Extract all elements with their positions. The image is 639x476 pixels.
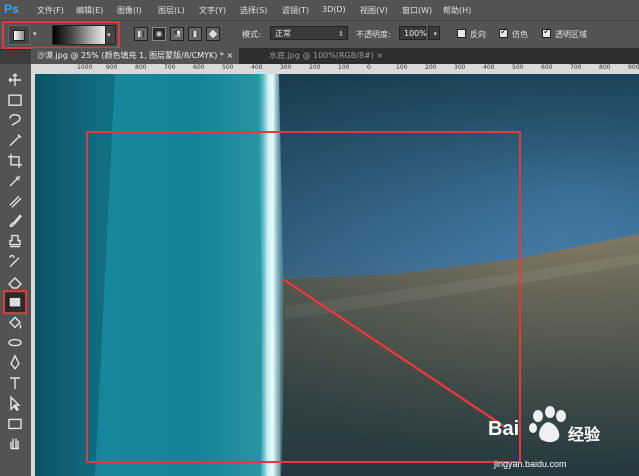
ruler-tick-label: 600 [193,64,205,71]
menu-item[interactable]: 图层(L) [158,5,185,16]
tab-label: 沙漠.jpg @ 25% (颜色填充 1, 图层蒙版/8/CMYK) * [37,51,224,60]
close-icon[interactable]: × [226,51,233,60]
transparency-checkbox[interactable] [542,27,551,38]
ruler-tick-label: 1000 [77,64,93,71]
dither-checkbox[interactable] [499,27,508,38]
angle-gradient-button[interactable] [170,27,184,41]
menu-item[interactable]: 选择(S) [240,5,267,16]
gradient-icon[interactable] [3,290,27,315]
ruler-tick-label: 300 [454,64,466,71]
reflected-gradient-button[interactable] [188,27,202,41]
type-icon[interactable] [10,377,20,389]
quick-select-icon[interactable] [9,134,22,147]
history-brush-icon[interactable] [9,254,20,268]
gradient-picker[interactable] [52,25,108,45]
reverse-checkbox[interactable] [457,29,466,38]
opacity-dropdown-button[interactable]: ▾ [428,26,440,40]
tab-underwater-document[interactable]: 水底.jpg @ 100%(RGB/8#) × [263,48,389,64]
ruler-tick-label: 700 [570,64,582,71]
path-select-icon[interactable] [10,395,21,412]
ruler-tick-label: 400 [483,64,495,71]
chevron-down-icon: ▾ [107,31,111,39]
mode-select[interactable]: 正常 ⇕ [270,26,348,40]
menu-item[interactable]: 滤镜(T) [282,5,309,16]
watermark-brand: Bai [488,418,520,440]
ruler-tick-label: 700 [164,64,176,71]
tab-desert-document[interactable]: 沙漠.jpg @ 25% (颜色填充 1, 图层蒙版/8/CMYK) * × [31,48,240,64]
move-icon[interactable] [8,73,21,86]
linear-gradient-button[interactable] [134,27,148,41]
crop-icon[interactable] [8,153,22,168]
baidu-jingyan-watermark: Bai 经验 jingyan.baidu.com [458,402,638,476]
ruler-tick-label: 100 [338,64,350,71]
ruler-tick-label: 100 [396,64,408,71]
rectangle-icon[interactable] [8,418,22,430]
clone-stamp-icon[interactable] [9,234,21,248]
menu-bar: Ps 文件(F) 编辑(E) 图像(I) 图层(L) 文字(Y) 选择(S) 滤镜(T) 3D… [0,0,639,20]
tools-icons [3,73,27,450]
brush-icon[interactable] [9,214,22,228]
healing-brush-icon[interactable] [9,195,22,208]
opacity-label: 不透明度: [356,30,391,39]
lasso-icon[interactable] [9,113,21,126]
mode-label: 模式: [242,30,261,39]
chevron-updown-icon: ⇕ [338,30,344,38]
watermark-brand-suffix: 经验 [568,425,601,444]
menu-item[interactable]: 文件(F) [37,5,64,16]
menu-item[interactable]: 视图(V) [360,5,388,16]
ruler-tick-label: 300 [280,64,292,71]
menu-item[interactable]: 3D(D) [322,5,346,14]
opacity-value: 100% [404,29,427,38]
paint-bucket-icon[interactable] [9,316,22,329]
diamond-gradient-button[interactable] [206,27,220,41]
menu-item[interactable]: 编辑(E) [76,5,103,16]
hand-icon[interactable] [10,438,19,450]
ruler-tick-label: 400 [251,64,263,71]
opacity-input[interactable]: 100% [399,26,427,40]
eraser-icon[interactable] [8,277,22,289]
dither-label: 仿色 [512,30,528,39]
gradient-dropdown-button[interactable]: ▾ [105,25,116,45]
ruler-tick-label: 900 [106,64,118,71]
reverse-label: 反向 [470,30,486,39]
ruler-tick-label: 200 [309,64,321,71]
pen-icon[interactable] [10,354,20,370]
watermark-url: jingyan.baidu.com [494,459,567,469]
mode-value: 正常 [275,29,291,38]
ruler-tick-label: 800 [599,64,611,71]
marquee-icon[interactable] [8,94,22,106]
radial-gradient-button[interactable] [152,27,166,41]
chevron-down-icon: ▾ [433,30,437,38]
ruler-tick-label: 800 [135,64,147,71]
menu-item[interactable]: 图像(I) [117,5,142,16]
transparency-label: 透明区域 [555,30,587,39]
ruler-tick-label: 200 [425,64,437,71]
tab-label: 水底.jpg @ 100%(RGB/8#) [269,51,374,60]
dodge-icon[interactable] [8,338,22,347]
photoshop-logo-icon: Ps [4,2,19,16]
menu-item[interactable]: 文字(Y) [199,5,226,16]
ruler-tick-label: 900 [628,64,639,71]
ruler-tick-label: 500 [512,64,524,71]
ruler-tick-label: 0 [367,64,371,71]
eyedropper-icon[interactable] [9,175,21,187]
close-icon[interactable]: × [376,51,383,60]
ruler-tick-label: 500 [222,64,234,71]
menu-item[interactable]: 窗口(W) [402,5,432,16]
options-bar: ▾ ▾ 模式: 正常⇕ 不透明度: 100% ▾ 反向 仿色 透明区域 [0,20,639,50]
ruler-tick-label: 600 [541,64,553,71]
document-tab-bar: 沙漠.jpg @ 25% (颜色填充 1, 图层蒙版/8/CMYK) * × 水… [31,48,639,64]
tools-panel [0,64,32,476]
menu-item[interactable]: 帮助(H) [443,5,471,16]
